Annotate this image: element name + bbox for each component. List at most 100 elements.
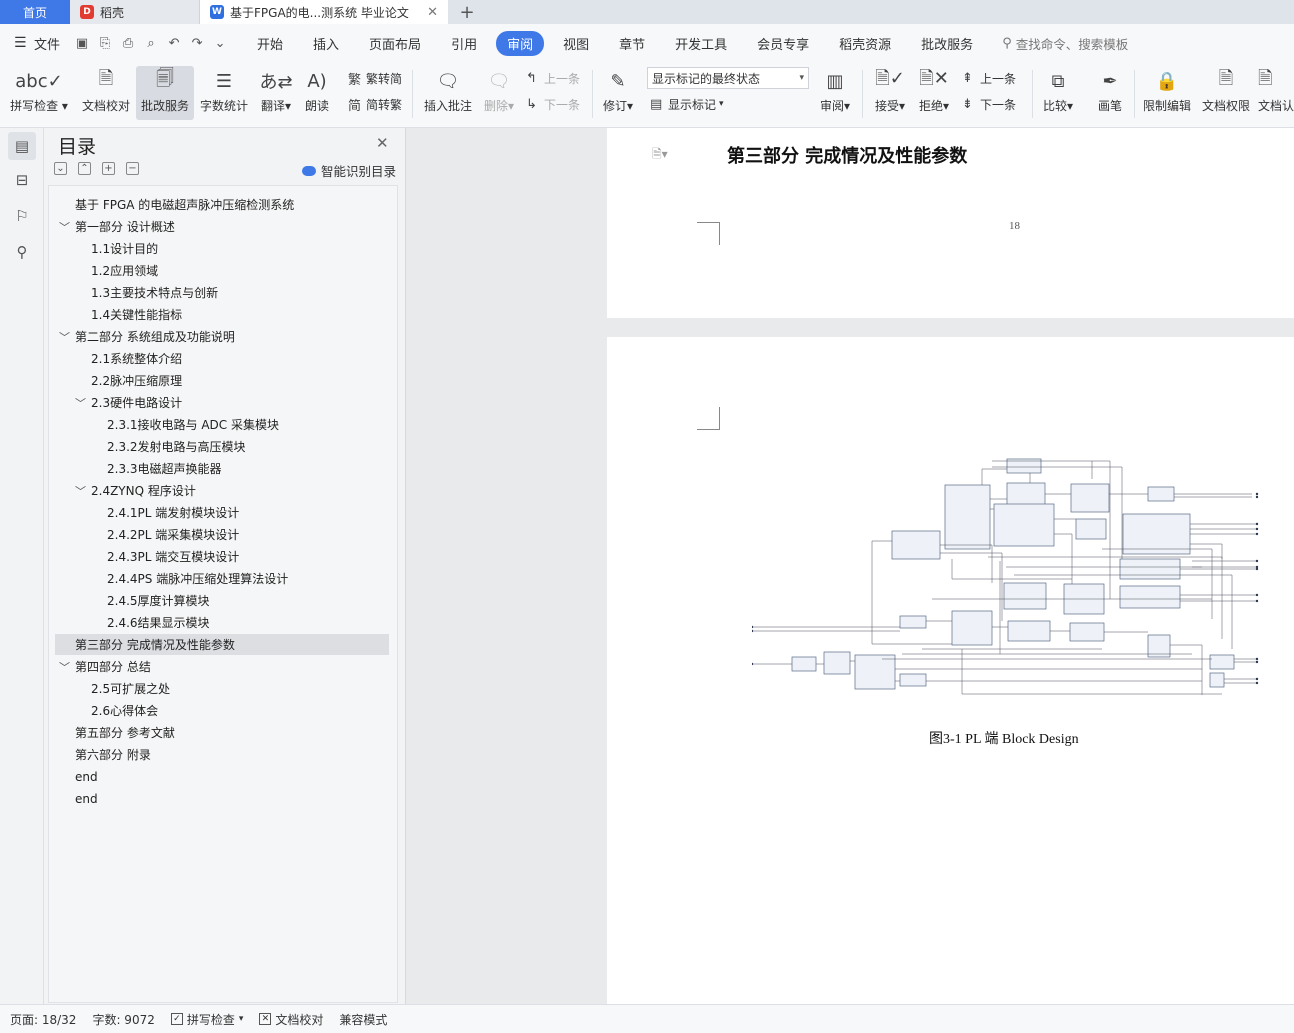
tab-daoke[interactable]: D 稻壳 xyxy=(70,0,200,24)
accept-button[interactable]: 🗎✓ 接受▾ xyxy=(870,66,910,120)
menu-item[interactable]: 插入 xyxy=(302,31,350,56)
reject-button[interactable]: 🗎✕ 拒绝▾ xyxy=(914,66,954,120)
toc-item[interactable]: 2.3.2发射电路与高压模块 xyxy=(55,436,389,457)
menu-item[interactable]: 章节 xyxy=(608,31,656,56)
show-markup-button[interactable]: ▤ 显示标记 ▾ xyxy=(650,93,724,115)
save-icon[interactable]: ▣ xyxy=(74,36,90,51)
toc-item[interactable]: 2.6心得体会 xyxy=(55,700,389,721)
menu-item[interactable]: 会员专享 xyxy=(746,31,820,56)
toc-item[interactable]: 1.4关键性能指标 xyxy=(55,304,389,325)
word-count-indicator[interactable]: 字数: 9072 xyxy=(92,1011,154,1028)
chevron-down-icon[interactable]: ﹀ xyxy=(59,659,70,675)
toc-item[interactable]: ﹀ 第一部分 设计概述 xyxy=(55,216,389,237)
menu-item[interactable]: 开发工具 xyxy=(664,31,738,56)
ai-recognize-toc-button[interactable]: 智能识别目录 xyxy=(302,161,396,180)
to-traditional-button[interactable]: 繁繁转简 xyxy=(348,67,402,89)
toc-item[interactable]: 基于 FPGA 的电磁超声脉冲压缩检测系统 xyxy=(55,194,389,215)
spellcheck-status[interactable]: ✓ 拼写检查 ▾ xyxy=(170,1011,243,1028)
menu-item[interactable]: 审阅 xyxy=(496,30,545,56)
menu-item[interactable]: 稻壳资源 xyxy=(828,31,902,56)
tab-document[interactable]: W 基于FPGA的电...测系统 毕业论文 ✕ xyxy=(200,0,448,24)
toc-item[interactable]: 2.2脉冲压缩原理 xyxy=(55,370,389,391)
translate-button[interactable]: あ⇄ 翻译▾ xyxy=(256,66,296,120)
chevron-down-icon[interactable]: ﹀ xyxy=(59,329,70,345)
redo-icon[interactable]: ↷ xyxy=(189,36,205,51)
page-options-icon[interactable]: 🗎▾ xyxy=(652,145,668,166)
toc-item[interactable]: end xyxy=(55,766,389,787)
next-comment-button[interactable]: ↳ 下一条 xyxy=(526,93,580,115)
doc-permission-button[interactable]: 🗎 文档权限 xyxy=(1198,66,1254,120)
collapse-all-icon[interactable]: ⌄ xyxy=(54,162,67,175)
chevron-down-icon[interactable]: ﹀ xyxy=(59,219,70,235)
menu-item[interactable]: 页面布局 xyxy=(358,31,432,56)
toc-item[interactable]: end xyxy=(55,788,389,809)
doc-proof-status[interactable]: ✕ 文档校对 xyxy=(259,1011,323,1028)
toc-item[interactable]: ﹀ 第四部分 总结 xyxy=(55,656,389,677)
compare-button[interactable]: ⧉ 比较▾ xyxy=(1040,66,1076,120)
page-indicator[interactable]: 页面: 18/32 xyxy=(10,1011,76,1028)
spellcheck-button[interactable]: abc✓ 拼写检查 ▾ xyxy=(10,66,68,120)
menu-item[interactable]: 开始 xyxy=(246,31,294,56)
toc-item[interactable]: 2.4.1PL 端发射模块设计 xyxy=(55,502,389,523)
next-change-button[interactable]: ⇟ 下一条 xyxy=(962,93,1016,115)
toc-item[interactable]: 第三部分 完成情况及性能参数 xyxy=(55,634,389,655)
customize-dropdown-icon[interactable]: ⌄ xyxy=(212,36,228,51)
toc-item[interactable]: 2.4.3PL 端交互模块设计 xyxy=(55,546,389,567)
chevron-down-icon[interactable]: ﹀ xyxy=(75,483,86,499)
menu-item[interactable]: 引用 xyxy=(440,31,488,56)
toc-item[interactable]: 2.1系统整体介绍 xyxy=(55,348,389,369)
pen-button[interactable]: ✒ 画笔 xyxy=(1094,66,1126,120)
toc-item[interactable]: 第六部分 附录 xyxy=(55,744,389,765)
restrict-edit-button[interactable]: 🔒 限制编辑 xyxy=(1140,66,1194,120)
export-pdf-icon[interactable]: ⎘ xyxy=(97,36,113,51)
expand-all-icon[interactable]: ⌃ xyxy=(78,162,91,175)
file-menu[interactable]: ☰ 文件 xyxy=(0,34,74,53)
toc-icon[interactable]: ▤ xyxy=(8,132,36,160)
toc-item[interactable]: ﹀ 2.4ZYNQ 程序设计 xyxy=(55,480,389,501)
search-icon[interactable]: ⚲ xyxy=(8,238,36,266)
toc-item[interactable]: 2.4.2PL 端采集模块设计 xyxy=(55,524,389,545)
toc-item[interactable]: 2.4.4PS 端脉冲压缩处理算法设计 xyxy=(55,568,389,589)
remove-heading-icon[interactable]: − xyxy=(126,162,139,175)
delete-comment-button[interactable]: 🗨 删除▾ xyxy=(480,66,518,120)
close-icon[interactable]: ✕ xyxy=(376,134,389,152)
prev-comment-button[interactable]: ↰ 上一条 xyxy=(526,67,580,89)
to-simplified-button[interactable]: 简简转繁 xyxy=(348,93,402,115)
toc-item[interactable]: 1.1设计目的 xyxy=(55,238,389,259)
print-preview-icon[interactable]: ⌕ xyxy=(143,36,159,51)
doc-proof-button[interactable]: 🗎 文档校对 xyxy=(78,66,134,120)
toc-item[interactable]: 2.3.3电磁超声换能器 xyxy=(55,458,389,479)
print-icon[interactable]: ⎙ xyxy=(120,36,136,51)
to-traditional-label: 繁转简 xyxy=(366,71,403,86)
word-count-button[interactable]: ☰ 字数统计 xyxy=(196,66,252,120)
chevron-down-icon[interactable]: ﹀ xyxy=(75,395,86,411)
toc-item[interactable]: 2.4.6结果显示模块 xyxy=(55,612,389,633)
tab-home[interactable]: 首页 xyxy=(0,0,70,24)
new-tab-button[interactable]: + xyxy=(448,0,486,24)
prev-change-button[interactable]: ⇞ 上一条 xyxy=(962,67,1016,89)
close-icon[interactable]: ✕ xyxy=(427,5,438,20)
toc-item[interactable]: 2.5可扩展之处 xyxy=(55,678,389,699)
display-state-select[interactable]: 显示标记的最终状态 ▾ xyxy=(647,67,809,89)
toc-item[interactable]: ﹀ 2.3硬件电路设计 xyxy=(55,392,389,413)
insert-comment-button[interactable]: 🗨 插入批注 xyxy=(420,66,476,120)
menu-item[interactable]: 视图 xyxy=(552,31,600,56)
read-aloud-button[interactable]: A) 朗读 xyxy=(300,66,334,120)
add-heading-icon[interactable]: + xyxy=(102,162,115,175)
toc-item[interactable]: 2.4.5厚度计算模块 xyxy=(55,590,389,611)
bookmark-icon[interactable]: ⚐ xyxy=(8,202,36,230)
toc-item[interactable]: 第五部分 参考文献 xyxy=(55,722,389,743)
track-changes-button[interactable]: ✎ 修订▾ xyxy=(598,66,638,120)
doc-cert-button[interactable]: 🗎 文档认 xyxy=(1258,66,1294,120)
toc-item[interactable]: 1.3主要技术特点与创新 xyxy=(55,282,389,303)
toc-item[interactable]: ﹀ 第二部分 系统组成及功能说明 xyxy=(55,326,389,347)
review-pane-button[interactable]: ▥ 审阅▾ xyxy=(816,66,854,120)
command-search[interactable]: ⚲ 查找命令、搜索模板 xyxy=(1002,34,1128,53)
undo-icon[interactable]: ↶ xyxy=(166,36,182,51)
toc-item[interactable]: 2.3.1接收电路与 ADC 采集模块 xyxy=(55,414,389,435)
revise-service-button[interactable]: 🗐 批改服务 xyxy=(136,66,194,120)
toc-item[interactable]: 1.2应用领域 xyxy=(55,260,389,281)
menu-item[interactable]: 批改服务 xyxy=(910,31,984,56)
chapter-nav-icon[interactable]: ⊟ xyxy=(8,166,36,194)
checkbox-icon: ✓ xyxy=(170,1013,183,1025)
